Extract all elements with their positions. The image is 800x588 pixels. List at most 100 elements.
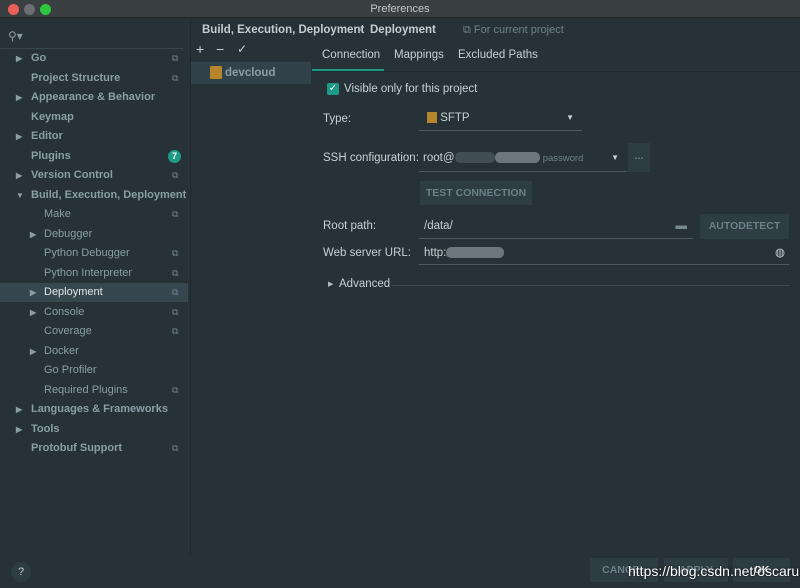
sidebar-item-label: Coverage — [44, 325, 92, 337]
collapsed-arrow-icon[interactable]: ▶ — [30, 303, 36, 322]
sidebar-item[interactable]: ▶ Editor — [0, 127, 188, 146]
sidebar-item-label: Python Interpreter — [44, 266, 133, 279]
sidebar-item[interactable]: ▶ Deployment ⧉ — [0, 283, 188, 302]
web-server-url-label: Web server URL: — [323, 247, 411, 259]
project-scope-icon: ⧉ — [172, 72, 179, 83]
project-scope-icon: ⧉ — [172, 287, 179, 297]
ssh-config-more-button[interactable]: ... — [628, 143, 650, 172]
type-dropdown[interactable]: SFTP ▼ — [419, 107, 582, 131]
watermark: https://blog.csdn.net/oscarun — [628, 563, 800, 579]
project-scope-icon: ⧉ — [172, 443, 179, 453]
advanced-section-toggle[interactable]: Advanced — [339, 278, 390, 290]
server-item-devcloud[interactable]: devcloud — [191, 62, 311, 84]
sidebar-item-label: Project Structure — [31, 71, 121, 84]
maximize-window-button[interactable] — [40, 4, 51, 15]
tab-excluded-paths[interactable]: Excluded Paths — [458, 49, 538, 61]
minimize-window-button[interactable] — [24, 4, 35, 15]
collapsed-arrow-icon[interactable]: ▶ — [16, 400, 22, 419]
server-list-panel: + − ✓ devcloud — [190, 19, 312, 555]
sidebar-item[interactable]: ▼ Build, Execution, Deployment — [0, 186, 188, 205]
folder-icon[interactable]: ▬ — [676, 214, 688, 238]
collapsed-arrow-icon[interactable]: ▶ — [30, 283, 36, 302]
project-scope-icon: ⧉ — [172, 306, 179, 317]
help-button[interactable]: ? — [11, 562, 31, 582]
chevron-down-icon: ▼ — [566, 113, 574, 122]
project-scope-icon: ⧉ — [172, 248, 179, 258]
visible-only-checkbox[interactable]: ✓ — [327, 83, 339, 95]
sidebar-item-label: Tools — [31, 422, 60, 435]
add-server-button[interactable]: + — [196, 41, 204, 57]
sidebar-item[interactable]: ▶ Console ⧉ — [0, 303, 188, 322]
autodetect-button[interactable]: AUTODETECT — [700, 214, 789, 239]
sidebar-item[interactable]: Keymap — [0, 108, 188, 127]
breadcrumb-separator: › — [358, 24, 362, 36]
sidebar-item[interactable]: Coverage ⧉ — [0, 322, 188, 341]
auth-type: password — [542, 153, 584, 164]
sidebar-item[interactable]: ▶ Appearance & Behavior — [0, 88, 188, 107]
connection-panel: Connection Mappings Excluded Paths ✓ Vis… — [312, 43, 800, 555]
chevron-down-icon: ▼ — [611, 153, 619, 162]
sidebar-item-label: Version Control — [31, 169, 113, 181]
collapsed-arrow-icon[interactable]: ▶ — [16, 49, 22, 68]
redacted-url — [446, 247, 505, 259]
collapsed-arrow-icon[interactable]: ▶ — [16, 127, 22, 146]
collapsed-arrow-icon[interactable]: ▶ — [16, 166, 22, 185]
sidebar-item-label: Go — [31, 52, 47, 64]
sftp-icon — [427, 112, 437, 124]
project-scope-icon: ⧉ — [172, 53, 179, 63]
server-name: devcloud — [225, 67, 276, 79]
sidebar-item[interactable]: ▶ Go ⧉ — [0, 49, 188, 68]
collapsed-arrow-icon[interactable]: ▶ — [16, 88, 22, 107]
sidebar-item-label: Make — [44, 208, 71, 220]
sidebar-item[interactable]: Go Profiler — [0, 361, 188, 380]
sidebar-item[interactable]: ▶ Debugger — [0, 225, 188, 244]
collapsed-arrow-icon[interactable]: ▶ — [16, 420, 22, 439]
sidebar-item[interactable]: Python Interpreter ⧉ — [0, 264, 188, 283]
settings-sidebar: ⚲▾ ▶ Go ⧉ Project Structure ⧉ ▶ Appearance & B… — [0, 19, 190, 555]
breadcrumb-parent[interactable]: Build, Execution, Deployment — [202, 24, 364, 36]
sidebar-item-label: Python Debugger — [44, 247, 130, 259]
type-value: SFTP — [440, 112, 470, 124]
plugins-update-badge: 7 — [168, 149, 181, 163]
sidebar-item[interactable]: Protobuf Support ⧉ — [0, 439, 188, 458]
project-scope-label: ⧉ For current project — [463, 24, 564, 37]
sidebar-item-label: Build, Execution, Deployment — [31, 188, 187, 201]
sidebar-item[interactable]: Required Plugins ⧉ — [0, 381, 188, 400]
sidebar-item[interactable]: ▶ Languages & Frameworks — [0, 400, 188, 419]
search-icon[interactable]: ⚲▾ — [8, 29, 23, 43]
sidebar-item[interactable]: ▶ Tools — [0, 420, 188, 439]
sidebar-item[interactable]: ▶ Docker — [0, 342, 188, 361]
sidebar-item-label: Debugger — [44, 227, 93, 240]
divider — [392, 285, 790, 286]
test-connection-button[interactable]: TEST CONNECTION — [420, 181, 532, 205]
close-window-button[interactable] — [8, 4, 19, 15]
redacted-host — [454, 152, 495, 164]
sidebar-item[interactable]: Python Debugger ⧉ — [0, 244, 188, 263]
web-server-url-input[interactable]: http: ◍ — [419, 241, 789, 265]
tab-connection[interactable]: Connection — [322, 49, 380, 61]
tab-mappings[interactable]: Mappings — [394, 49, 444, 61]
sidebar-item[interactable]: Plugins 7 — [0, 147, 188, 166]
sidebar-item-label: Appearance & Behavior — [31, 91, 156, 103]
project-scope-icon: ⧉ — [172, 326, 179, 336]
collapsed-arrow-icon[interactable]: ▶ — [30, 342, 36, 361]
sidebar-item-label: Docker — [44, 344, 79, 357]
expand-arrow-icon[interactable]: ▶ — [328, 280, 333, 288]
sidebar-item[interactable]: ▶ Version Control ⧉ — [0, 166, 188, 185]
ssh-config-dropdown[interactable]: root@ password ▼ — [419, 144, 627, 172]
sidebar-item[interactable]: Make ⧉ — [0, 205, 188, 224]
sidebar-item-label: Console — [44, 305, 85, 318]
sidebar-item[interactable]: Project Structure ⧉ — [0, 69, 188, 88]
expanded-arrow-icon[interactable]: ▼ — [16, 186, 24, 205]
root-path-value: /data/ — [424, 220, 453, 232]
collapsed-arrow-icon[interactable]: ▶ — [30, 225, 36, 244]
set-default-button[interactable]: ✓ — [237, 42, 247, 56]
globe-icon[interactable]: ◍ — [775, 241, 785, 265]
sidebar-item-label: Required Plugins — [44, 383, 128, 396]
sidebar-item-label: Editor — [31, 130, 63, 142]
remove-server-button[interactable]: − — [216, 41, 224, 57]
active-tab-indicator — [312, 69, 384, 71]
title-bar: Preferences — [0, 0, 800, 18]
breadcrumb-current: Deployment — [370, 24, 436, 36]
root-path-input[interactable]: /data/ ▬ — [419, 214, 693, 239]
